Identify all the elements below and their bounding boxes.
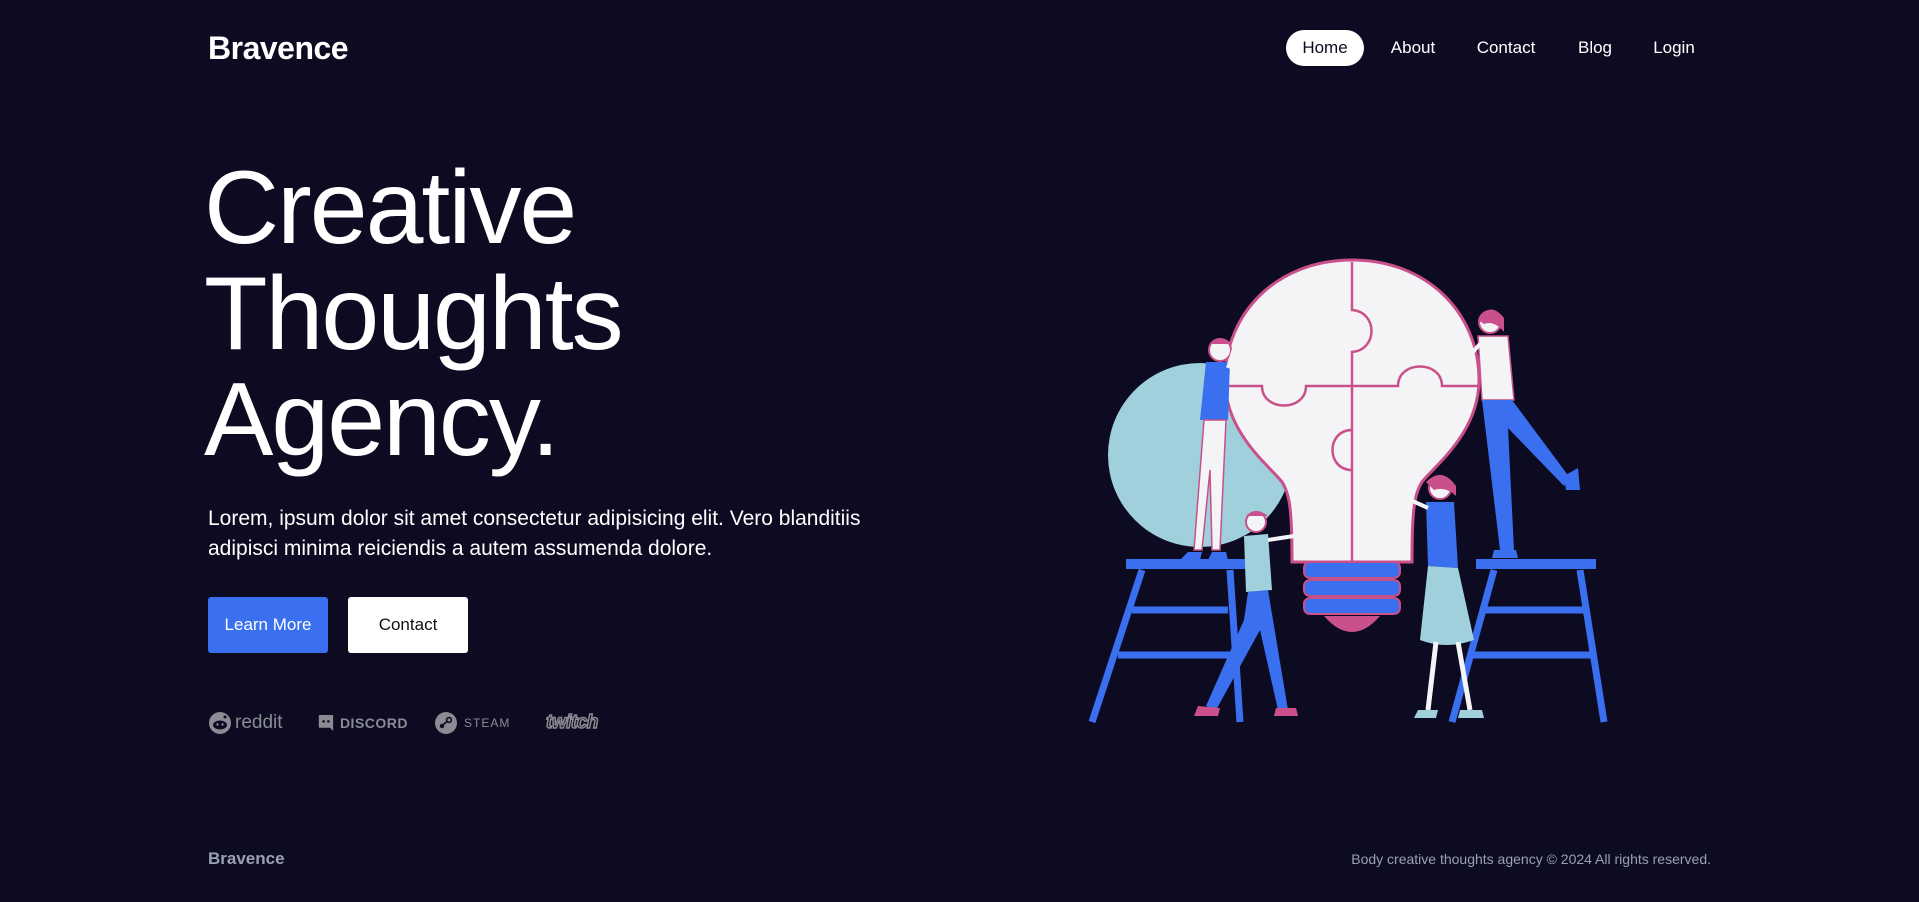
twitch-icon: twitch <box>545 711 599 734</box>
footer-logo[interactable]: Bravence <box>208 849 285 869</box>
discord-label: DISCORD <box>339 715 408 731</box>
bulb-band-1 <box>1303 561 1401 579</box>
hero-description: Lorem, ipsum dolor sit amet consectetur … <box>208 507 861 560</box>
contact-button[interactable]: Contact <box>348 597 468 653</box>
headline-line-3: Agency. <box>204 362 560 478</box>
lightbulb-puzzle-illustration <box>1088 258 1608 724</box>
discord-logo: DISCORD <box>318 705 408 741</box>
nav-contact[interactable]: Contact <box>1466 30 1546 66</box>
steam-icon <box>435 712 457 734</box>
main-nav: Home About Contact Blog Login <box>0 30 1919 66</box>
reddit-logo: reddit <box>208 705 288 741</box>
left-ladder <box>1088 559 1250 724</box>
nav-blog[interactable]: Blog <box>1568 30 1622 66</box>
headline-line-2: Thoughts <box>204 256 624 372</box>
steam-label: STEAM <box>464 716 511 730</box>
twitch-logo: twitch <box>545 705 616 741</box>
reddit-label: reddit <box>235 712 283 733</box>
discord-icon <box>318 715 334 731</box>
nav-login[interactable]: Login <box>1644 30 1704 66</box>
nav-home[interactable]: Home <box>1286 30 1364 66</box>
steam-logo: STEAM <box>434 705 524 741</box>
reddit-icon <box>209 712 231 734</box>
bulb-band-3 <box>1303 597 1401 615</box>
hero-headline: Creative Thoughts Agency. <box>204 150 624 478</box>
footer-copyright: Body creative thoughts agency © 2024 All… <box>1351 851 1711 867</box>
nav-about[interactable]: About <box>1380 30 1446 66</box>
bulb-band-2 <box>1303 579 1401 597</box>
right-ladder <box>1448 559 1608 723</box>
headline-line-1: Creative <box>204 150 577 266</box>
learn-more-button[interactable]: Learn More <box>208 597 328 653</box>
